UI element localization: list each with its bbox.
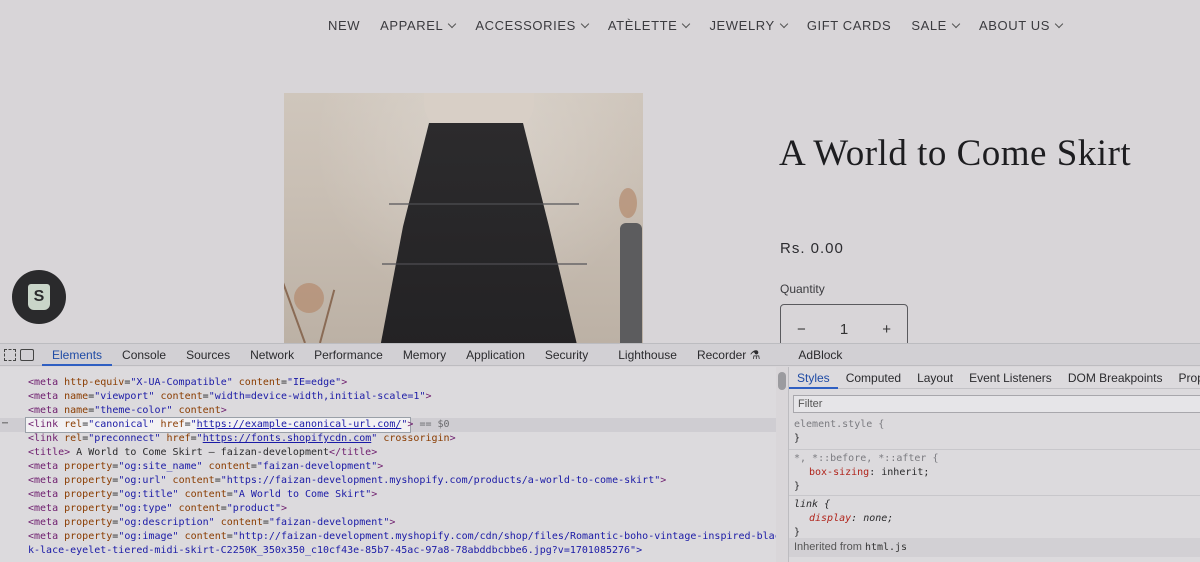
nav-item-gift-cards[interactable]: GIFT CARDS [807,15,892,35]
storefront: NEW APPAREL ACCESSORIES ATÈLETTE JEWELRY… [0,0,1200,343]
tab-styles[interactable]: Styles [789,367,838,389]
chevron-down-icon [682,19,691,28]
dom-node-line[interactable]: <meta property="og:title" content="A Wor… [28,488,377,502]
tab-layout[interactable]: Layout [909,367,961,389]
quantity-label: Quantity [780,282,825,296]
link-selector: link { [794,499,831,510]
skirt-tier-line [382,263,587,265]
dried-flowers [619,188,637,218]
rule-close: } [794,433,801,444]
dom-node-line[interactable]: <meta name="theme-color" content> [28,404,227,418]
tab-application[interactable]: Application [456,344,535,366]
tab-security[interactable]: Security [535,344,598,366]
vase [620,223,642,343]
styles-pane: Styles Computed Layout Event Listeners D… [788,367,1200,562]
styles-filter-input[interactable]: Filter [793,395,1200,413]
dom-node-line[interactable]: <meta property="og:url" content="https:/… [28,474,666,488]
css-declaration[interactable]: display: none; [809,512,893,526]
device-toolbar-icon[interactable] [20,348,34,361]
nav-label: APPAREL [380,17,444,33]
nav-item-atelette[interactable]: ATÈLETTE [607,15,691,35]
nav-item-new[interactable]: NEW [328,15,360,35]
quantity-stepper: − 1 + [780,304,908,343]
inspect-element-icon[interactable] [4,348,16,361]
inherited-from-header: Inherited from html.js [789,538,1200,557]
chevron-down-icon [1054,19,1064,28]
nav-label: GIFT CARDS [806,17,892,33]
nav-item-about-us[interactable]: ABOUT US [978,15,1064,35]
dom-node-line[interactable]: <link rel="preconnect" href="https://fon… [28,432,456,446]
css-declaration[interactable]: box-sizing: inherit; [809,466,929,480]
dom-node-line[interactable]: <meta http-equiv="X-UA-Compatible" conte… [28,376,347,390]
tab-properties[interactable]: Properties [1171,367,1200,389]
increase-quantity-button[interactable]: + [882,321,891,338]
nav-item-jewelry[interactable]: JEWELRY [709,15,789,35]
nav-label: JEWELRY [709,17,775,33]
product-price: Rs. 0.00 [780,240,844,257]
tab-computed[interactable]: Computed [838,367,909,389]
chevron-down-icon [779,19,789,28]
dom-node-line[interactable]: <meta property="og:description" content=… [28,516,395,530]
element-style-selector: element.style { [794,419,885,430]
chevron-down-icon [580,19,590,28]
dom-node-line[interactable]: <meta property="og:type" content="produc… [28,502,287,516]
chevron-down-icon [951,19,961,28]
dom-node-line[interactable]: k-lace-eyelet-tiered-midi-skirt-C2250K_3… [28,544,642,558]
tab-sources[interactable]: Sources [176,344,240,366]
nav-label: NEW [327,17,361,33]
dom-node-line[interactable]: <title> A World to Come Skirt – faizan-d… [28,446,377,460]
shopify-badge[interactable]: S [12,270,66,324]
dom-node-line[interactable]: <meta property="og:site_name" content="f… [28,460,383,474]
node-actions-icon[interactable]: ⋯ [2,418,8,429]
dom-node-line[interactable]: <meta name="viewport" content="width=dev… [28,390,432,404]
tab-lighthouse[interactable]: Lighthouse [608,344,687,366]
devtools-panel: Elements Console Sources Network Perform… [0,343,1200,562]
nav-item-accessories[interactable]: ACCESSORIES [475,15,590,35]
nav-item-sale[interactable]: SALE [911,15,961,35]
dom-node-line-selected[interactable]: <link rel="canonical" href="https://exam… [28,418,450,432]
tab-adblock[interactable]: AdBlock [788,344,852,366]
main-nav: NEW APPAREL ACCESSORIES ATÈLETTE JEWELRY… [0,15,1200,35]
rule-divider [789,495,1200,496]
skirt-tier-line [389,203,579,205]
nav-label: ATÈLETTE [607,17,678,33]
chevron-down-icon [448,19,457,28]
nav-label: SALE [911,17,947,33]
dom-node-line[interactable]: <meta property="og:image" content="http:… [28,530,776,544]
tab-event-listeners[interactable]: Event Listeners [961,367,1060,389]
tab-elements[interactable]: Elements [42,344,113,366]
elements-panel: ⋯ <meta http-equiv="X-UA-Compatible" con… [0,367,776,562]
devtools-tabbar: Elements Console Sources Network Perform… [0,344,1200,366]
tab-network[interactable]: Network [240,344,304,366]
styles-tabbar: Styles Computed Layout Event Listeners D… [789,367,1200,389]
nav-item-apparel[interactable]: APPAREL [380,15,457,35]
tab-dom-breakpoints[interactable]: DOM Breakpoints [1060,367,1171,389]
decrease-quantity-button[interactable]: − [797,321,806,338]
nav-label: ACCESSORIES [475,17,576,33]
inherited-source-link[interactable]: html.js [865,542,907,553]
dried-flowers [294,283,324,313]
rule-divider [789,449,1200,450]
elements-scrollbar[interactable] [778,372,786,390]
tab-recorder[interactable]: Recorder ⚗ [687,344,770,366]
tab-console[interactable]: Console [112,344,176,366]
quantity-input[interactable]: 1 [840,321,848,338]
product-title: A World to Come Skirt [779,133,1132,174]
product-image[interactable] [284,93,643,343]
tab-performance[interactable]: Performance [304,344,393,366]
tab-memory[interactable]: Memory [393,344,456,366]
nav-label: ABOUT US [978,17,1050,33]
shopify-bag-icon: S [28,284,50,310]
universal-selector: *, *::before, *::after { [794,453,939,464]
rule-close: } [794,481,801,492]
